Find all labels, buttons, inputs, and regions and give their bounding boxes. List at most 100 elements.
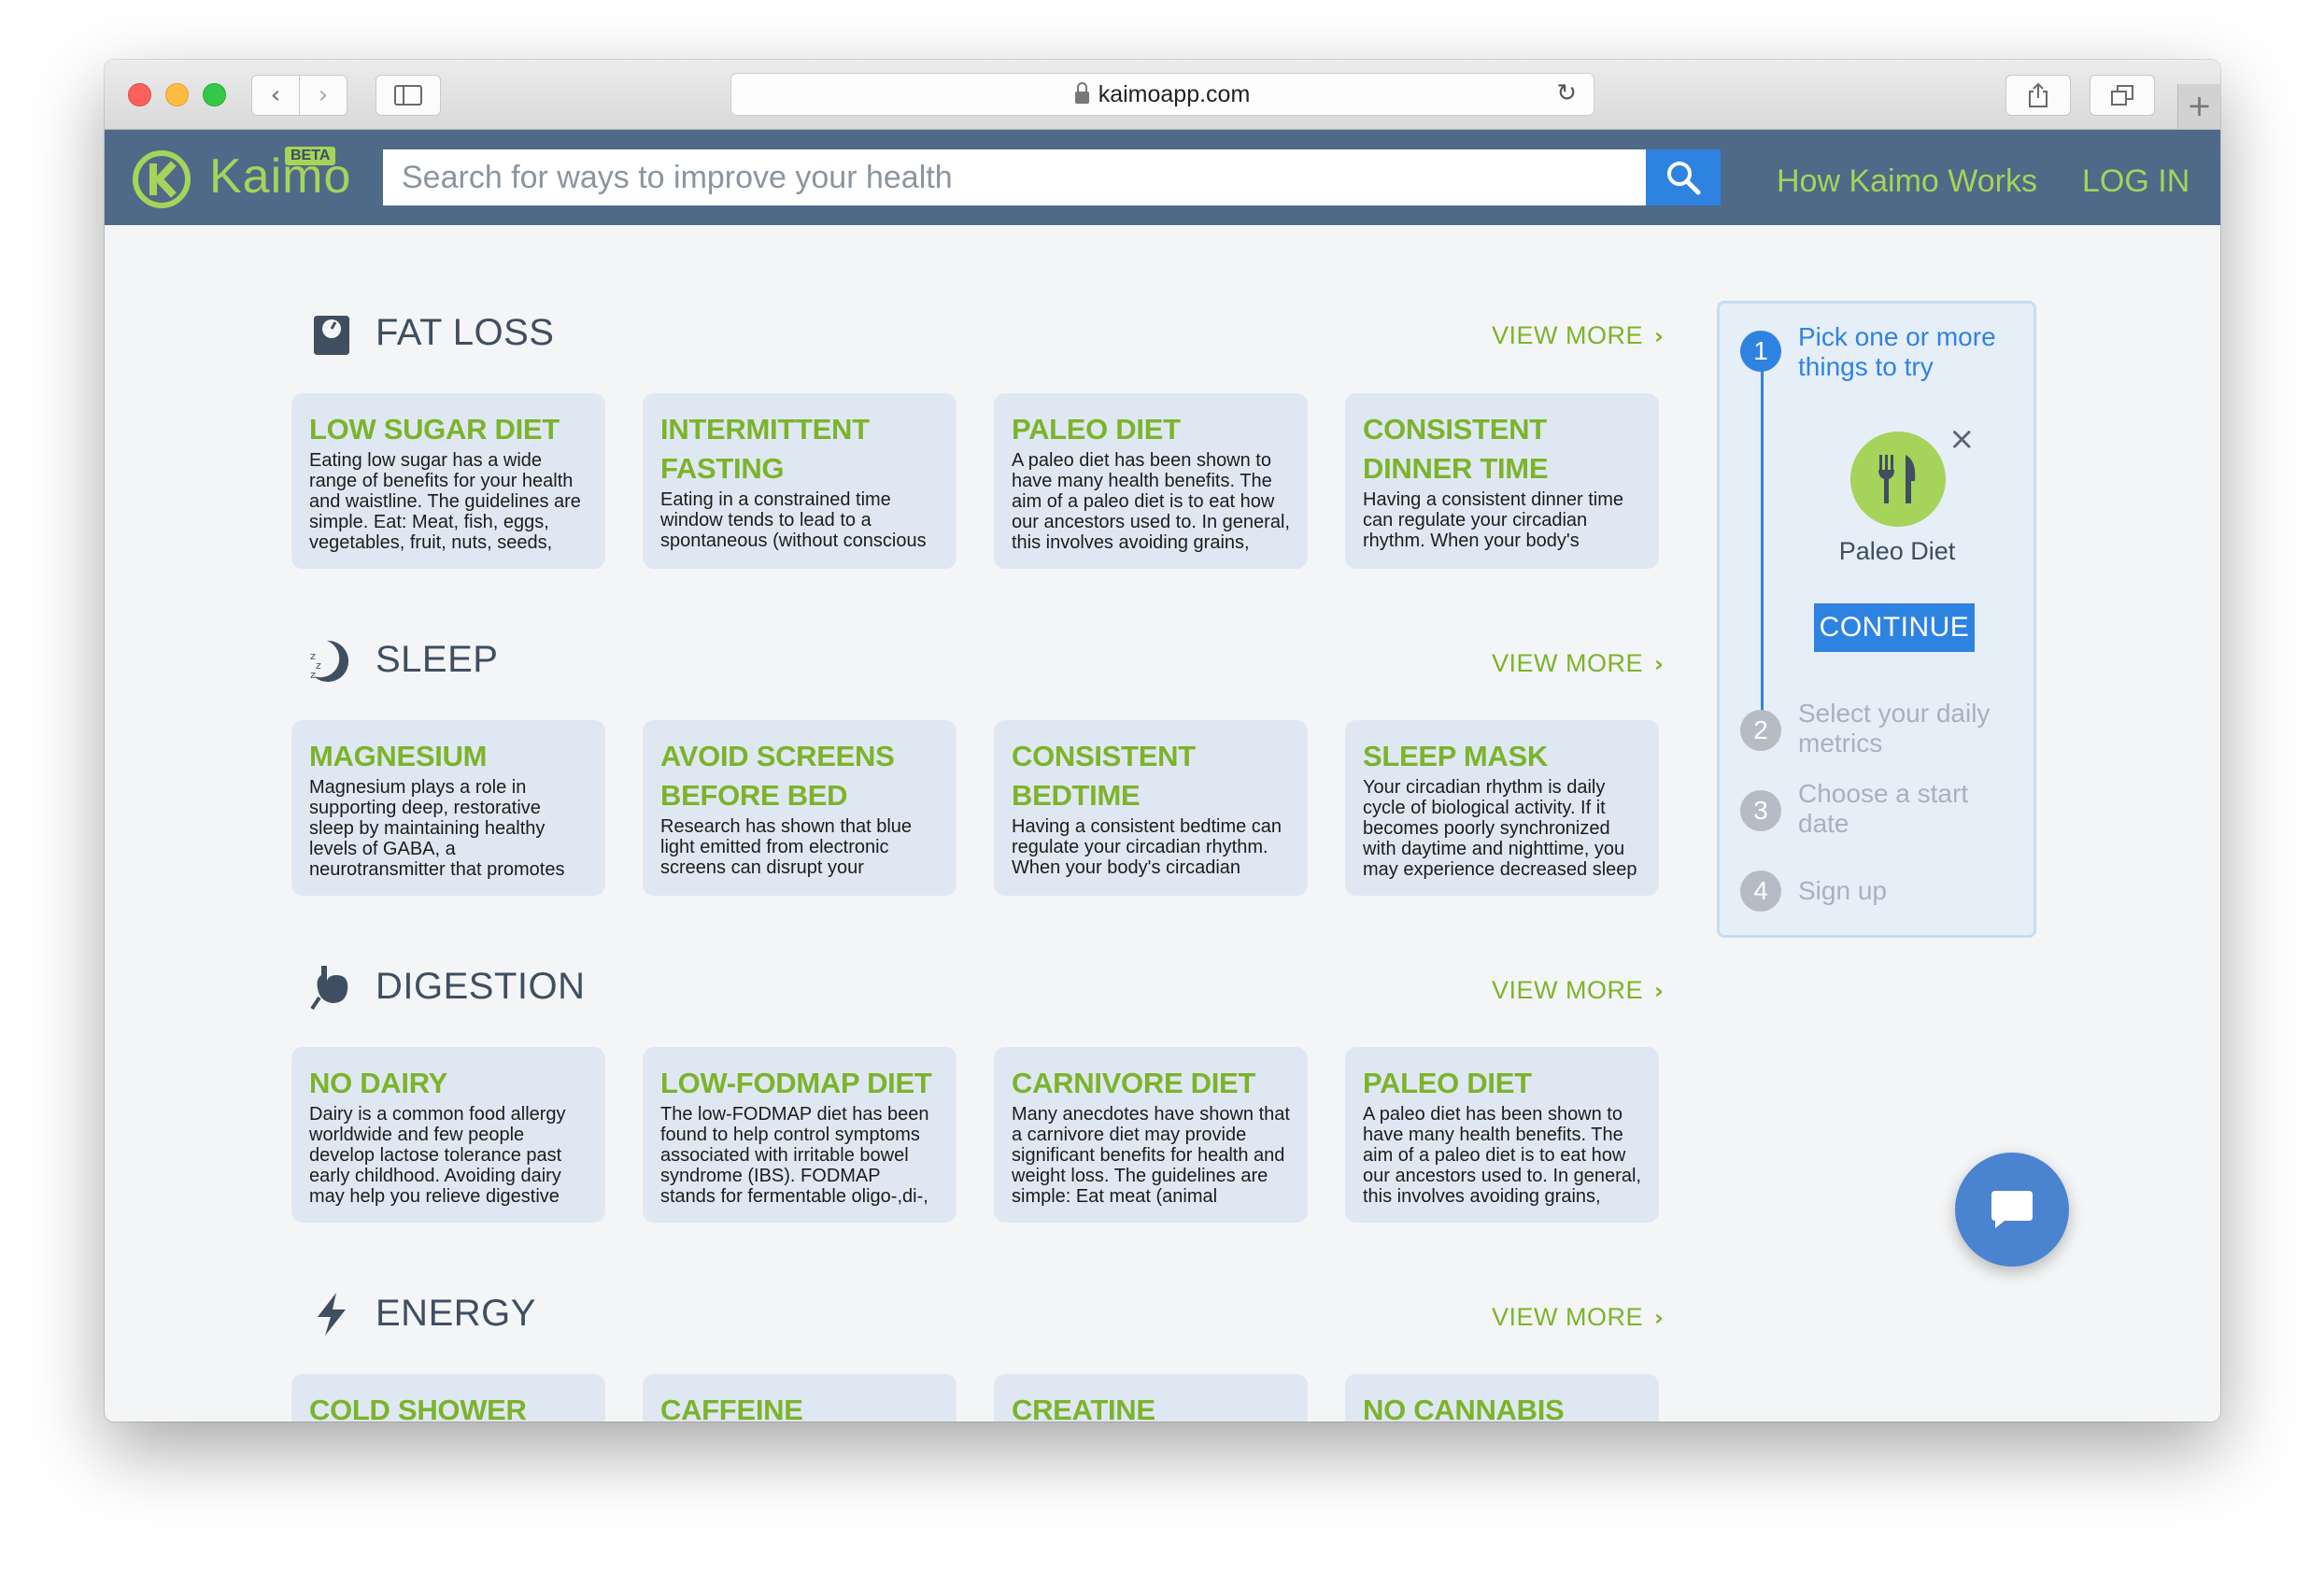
view-more-digestion[interactable]: VIEW MORE ›: [1492, 976, 1664, 1005]
sidebar-icon: [394, 85, 422, 106]
card-no-cannabis[interactable]: NO CANNABIS: [1345, 1374, 1659, 1422]
card-title: INTERMITTENT FASTING: [660, 413, 870, 485]
plus-icon: +: [2187, 88, 2212, 123]
share-icon: [2029, 82, 2048, 107]
tabs-button[interactable]: [2090, 75, 2155, 116]
card-text: Research has shown that blue light emitt…: [660, 816, 913, 878]
browser-toolbar: ‹ › kaimoapp.com ↻ +: [105, 60, 2220, 130]
kaimo-logo-icon[interactable]: [133, 150, 191, 208]
selected-item-badge: [1850, 432, 1946, 527]
forward-button[interactable]: ›: [299, 75, 347, 116]
card-intermittent-fasting[interactable]: INTERMITTENT FASTING Eating in a constra…: [643, 393, 957, 569]
card-title: COLD SHOWER: [309, 1394, 527, 1422]
search-icon: [1667, 162, 1701, 195]
card-consistent-bedtime[interactable]: CONSISTENT BEDTIME Having a consistent b…: [994, 720, 1308, 896]
card-text: Dairy is a common food allergy worldwide…: [309, 1104, 566, 1207]
card-title: CREATINE: [1012, 1394, 1155, 1422]
card-caffeine[interactable]: CAFFEINE: [643, 1374, 957, 1422]
beta-badge: BETA: [285, 147, 336, 165]
new-tab-button[interactable]: +: [2177, 84, 2220, 129]
back-button[interactable]: ‹: [251, 75, 300, 116]
login-link[interactable]: LOG IN: [2082, 163, 2189, 200]
card-text: A paleo diet has been shown to have many…: [1012, 450, 1290, 553]
moon-sleep-icon: z z z: [310, 640, 349, 682]
step-label-1: Pick one or more things to try: [1798, 322, 1996, 381]
steps-panel: 1 Pick one or more things to try × Paleo…: [1717, 301, 2036, 938]
card-no-dairy[interactable]: NO DAIRY Dairy is a common food allergy …: [291, 1047, 605, 1223]
section-title-energy: ENERGY: [376, 1293, 536, 1334]
card-carnivore-diet[interactable]: CARNIVORE DIET Many anecdotes have shown…: [994, 1047, 1308, 1223]
card-title: PALEO DIET: [1012, 413, 1181, 446]
step-number-3: 3: [1740, 790, 1781, 831]
view-more-sleep[interactable]: VIEW MORE ›: [1492, 649, 1664, 678]
card-text: Eating in a constrained time window tend…: [660, 489, 927, 551]
card-text: Your circadian rhythm is daily cycle of …: [1363, 777, 1637, 880]
card-title: SLEEP MASK: [1363, 740, 1548, 772]
step-number-4: 4: [1740, 870, 1781, 912]
close-icon[interactable]: ×: [1948, 423, 1976, 455]
url-text: kaimoapp.com: [1098, 80, 1251, 107]
card-paleo-diet-digestion[interactable]: PALEO DIET A paleo diet has been shown t…: [1345, 1047, 1659, 1223]
scale-icon: [314, 316, 349, 355]
chevron-right-icon: ›: [318, 81, 329, 109]
chevron-right-icon: ›: [1654, 1305, 1665, 1331]
view-more-label: VIEW MORE: [1492, 1303, 1644, 1331]
card-sleep-mask[interactable]: SLEEP MASK Your circadian rhythm is dail…: [1345, 720, 1659, 896]
card-title: AVOID SCREENS BEFORE BED: [660, 740, 895, 812]
how-kaimo-works-link[interactable]: How Kaimo Works: [1777, 163, 2037, 200]
chat-button[interactable]: [1955, 1153, 2069, 1267]
reload-icon[interactable]: ↻: [1556, 79, 1577, 107]
card-text: Having a consistent dinner time can regu…: [1363, 489, 1624, 551]
card-title: CONSISTENT DINNER TIME: [1363, 413, 1549, 485]
step-number-2: 2: [1740, 710, 1781, 751]
card-text: Magnesium plays a role in supporting dee…: [309, 777, 565, 880]
card-avoid-screens-before-bed[interactable]: AVOID SCREENS BEFORE BED Research has sh…: [643, 720, 957, 896]
step-progress-line: [1761, 350, 1764, 743]
zoom-window-button[interactable]: [203, 83, 226, 106]
sidebar-button[interactable]: [376, 75, 441, 116]
card-paleo-diet[interactable]: PALEO DIET A paleo diet has been shown t…: [994, 393, 1308, 569]
app-header: Kaimo BETA How Kaimo Works LOG IN: [105, 130, 2220, 225]
chevron-right-icon: ›: [1654, 978, 1665, 1004]
share-button[interactable]: [2005, 75, 2071, 116]
card-title: LOW SUGAR DIET: [309, 413, 560, 446]
view-more-energy[interactable]: VIEW MORE ›: [1492, 1303, 1664, 1332]
minimize-window-button[interactable]: [165, 83, 189, 106]
card-creatine[interactable]: CREATINE: [994, 1374, 1308, 1422]
step-label-4: Sign up: [1798, 876, 1887, 905]
browser-window: ‹ › kaimoapp.com ↻ + Kaimo BETA Search f…: [105, 60, 2220, 1422]
lightning-icon: [318, 1293, 346, 1336]
chevron-right-icon: ›: [1654, 651, 1665, 677]
section-title-digestion: DIGESTION: [376, 966, 586, 1007]
section-title-fat-loss: FAT LOSS: [376, 312, 555, 353]
svg-text:z: z: [316, 659, 321, 672]
view-more-fat-loss[interactable]: VIEW MORE ›: [1492, 321, 1664, 350]
fork-knife-icon: [1878, 455, 1916, 503]
card-title: PALEO DIET: [1363, 1067, 1532, 1099]
chevron-left-icon: ‹: [270, 81, 281, 109]
card-text: A paleo diet has been shown to have many…: [1363, 1104, 1641, 1207]
address-bar[interactable]: kaimoapp.com ↻: [730, 73, 1594, 116]
search-input[interactable]: [383, 149, 1646, 205]
chat-bubble-icon: [1991, 1191, 2033, 1228]
tabs-icon: [2111, 85, 2133, 106]
card-consistent-dinner-time[interactable]: CONSISTENT DINNER TIME Having a consiste…: [1345, 393, 1659, 569]
card-cold-shower[interactable]: COLD SHOWER: [291, 1374, 605, 1422]
view-more-label: VIEW MORE: [1492, 649, 1644, 677]
card-title: MAGNESIUM: [309, 740, 488, 772]
card-low-sugar-diet[interactable]: LOW SUGAR DIET Eating low sugar has a wi…: [291, 393, 605, 569]
step-label-3: Choose a start date: [1798, 779, 1969, 838]
card-low-fodmap-diet[interactable]: LOW-FODMAP DIET The low-FODMAP diet has …: [643, 1047, 957, 1223]
step-number-1: 1: [1740, 331, 1781, 372]
card-title: CAFFEINE: [660, 1394, 803, 1422]
section-title-sleep: SLEEP: [376, 639, 499, 680]
card-text: The low-FODMAP diet has been found to he…: [660, 1104, 929, 1207]
chevron-right-icon: ›: [1654, 323, 1665, 349]
continue-button[interactable]: CONTINUE: [1814, 603, 1975, 652]
view-more-label: VIEW MORE: [1492, 976, 1644, 1004]
search-button[interactable]: [1646, 149, 1721, 205]
card-magnesium[interactable]: MAGNESIUM Magnesium plays a role in supp…: [291, 720, 605, 896]
close-window-button[interactable]: [128, 83, 151, 106]
card-text: Many anecdotes have shown that a carnivo…: [1012, 1104, 1290, 1207]
card-title: NO CANNABIS: [1363, 1394, 1565, 1422]
